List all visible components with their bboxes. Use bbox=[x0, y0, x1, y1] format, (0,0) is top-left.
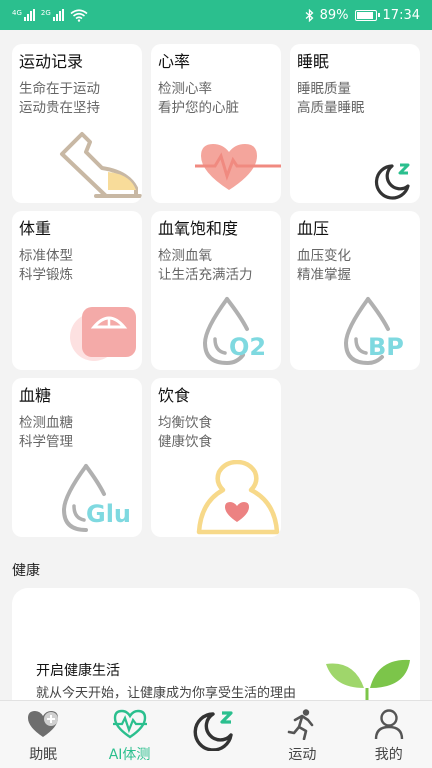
status-left: 4G 2G bbox=[12, 8, 88, 22]
nav-label: 运动 bbox=[288, 747, 317, 763]
card-exercise-record[interactable]: 运动记录 生命在于运动 运动贵在坚持 bbox=[12, 44, 142, 203]
card-line: 检测血氧 bbox=[158, 248, 212, 264]
card-blood-sugar[interactable]: 血糖 检测血糖 科学管理 Glu bbox=[12, 378, 142, 537]
card-line: 高质量睡眠 bbox=[297, 100, 365, 116]
nav-ai-test[interactable]: AI体测 bbox=[87, 701, 173, 768]
card-line: 标准体型 bbox=[19, 248, 73, 264]
running-icon bbox=[288, 709, 314, 740]
card-line: 运动贵在坚持 bbox=[19, 100, 100, 116]
card-subtitle: 均衡饮食 健康饮食 bbox=[158, 414, 274, 452]
card-title: 饮食 bbox=[158, 386, 191, 405]
o2-drop-icon: O2 bbox=[202, 297, 266, 366]
network-type-label: 4G bbox=[12, 9, 22, 17]
card-title: 运动记录 bbox=[19, 52, 84, 71]
card-line: 精准掌握 bbox=[297, 267, 351, 283]
nav-sleep-aid[interactable]: 助眠 bbox=[0, 701, 86, 768]
clock: 17:34 bbox=[382, 7, 420, 23]
card-line: 看护您的心脏 bbox=[158, 100, 239, 116]
card-line: 睡眠质量 bbox=[297, 81, 351, 97]
wifi-icon bbox=[70, 8, 88, 22]
nav-profile[interactable]: 我的 bbox=[346, 701, 432, 768]
moon-center-icon bbox=[193, 711, 233, 751]
glu-label: Glu bbox=[86, 500, 131, 528]
card-sleep[interactable]: 睡眠 睡眠质量 高质量睡眠 bbox=[290, 44, 420, 203]
card-line: 让生活充满活力 bbox=[158, 267, 253, 283]
card-line: 血压变化 bbox=[297, 248, 351, 264]
o2-label: O2 bbox=[229, 333, 266, 361]
nav-label: AI体测 bbox=[108, 747, 151, 763]
health-card-title: 开启健康生活 bbox=[36, 663, 120, 679]
feature-grid: 运动记录 生命在于运动 运动贵在坚持 心率 检测心率 看护您的心脏 睡眠 睡眠质… bbox=[12, 44, 420, 537]
card-subtitle: 标准体型 科学锻炼 bbox=[19, 247, 135, 285]
glu-drop-icon: Glu bbox=[61, 464, 131, 532]
bp-drop-icon: BP bbox=[343, 297, 404, 366]
card-blood-pressure[interactable]: 血压 血压变化 精准掌握 BP bbox=[290, 211, 420, 370]
card-diet[interactable]: 饮食 均衡饮食 健康饮食 bbox=[151, 378, 281, 537]
status-bar: 4G 2G 89% 17:34 bbox=[0, 0, 432, 30]
card-heart-rate[interactable]: 心率 检测心率 看护您的心脏 bbox=[151, 44, 281, 203]
card-blood-oxygen[interactable]: 血氧饱和度 检测血氧 让生活充满活力 O2 bbox=[151, 211, 281, 370]
card-line: 科学锻炼 bbox=[19, 267, 73, 283]
card-title: 睡眠 bbox=[297, 52, 330, 71]
card-weight[interactable]: 体重 标准体型 科学锻炼 bbox=[12, 211, 142, 370]
battery-icon bbox=[354, 9, 380, 21]
card-line: 检测心率 bbox=[158, 81, 212, 97]
signal-icon-2: 2G bbox=[41, 9, 64, 21]
card-subtitle: 睡眠质量 高质量睡眠 bbox=[297, 80, 413, 118]
card-subtitle: 检测血氧 让生活充满活力 bbox=[158, 247, 274, 285]
sleep-moon-icon bbox=[374, 163, 410, 200]
bottom-nav: 助眠 AI体测 运动 我的 bbox=[0, 700, 432, 768]
bp-label: BP bbox=[368, 333, 404, 361]
sleep-aid-icon bbox=[28, 711, 59, 737]
shoe-icon bbox=[60, 132, 142, 198]
card-title: 心率 bbox=[158, 52, 191, 71]
status-right: 89% 17:34 bbox=[305, 8, 420, 23]
nav-sleep-center[interactable] bbox=[173, 701, 259, 768]
card-line: 检测血糖 bbox=[19, 415, 73, 431]
scale-icon bbox=[70, 307, 136, 361]
card-title: 血氧饱和度 bbox=[158, 219, 239, 238]
section-title-health: 健康 bbox=[12, 563, 40, 579]
card-subtitle: 检测血糖 科学管理 bbox=[19, 414, 135, 452]
card-line: 生命在于运动 bbox=[19, 81, 100, 97]
card-title: 体重 bbox=[19, 219, 52, 238]
profile-icon bbox=[374, 709, 403, 740]
heart-rate-icon bbox=[195, 144, 281, 190]
nav-label: 我的 bbox=[374, 747, 403, 763]
bluetooth-icon bbox=[305, 8, 314, 22]
network-type-label-2: 2G bbox=[40, 9, 51, 17]
ai-test-icon bbox=[112, 709, 147, 739]
card-subtitle: 生命在于运动 运动贵在坚持 bbox=[19, 80, 135, 118]
nav-label: 助眠 bbox=[29, 747, 58, 763]
nav-exercise[interactable]: 运动 bbox=[259, 701, 345, 768]
card-line: 健康饮食 bbox=[158, 434, 212, 450]
health-card-subtitle: 就从今天开始，让健康成为你享受生活的理由 bbox=[36, 686, 297, 701]
card-title: 血糖 bbox=[19, 386, 52, 405]
card-title: 血压 bbox=[297, 219, 330, 238]
diet-icon bbox=[196, 460, 280, 535]
card-subtitle: 血压变化 精准掌握 bbox=[297, 247, 413, 285]
card-line: 均衡饮食 bbox=[158, 415, 212, 431]
card-subtitle: 检测心率 看护您的心脏 bbox=[158, 80, 274, 118]
battery-percent: 89% bbox=[319, 7, 349, 23]
card-line: 科学管理 bbox=[19, 434, 73, 450]
signal-icon: 4G bbox=[12, 9, 35, 21]
